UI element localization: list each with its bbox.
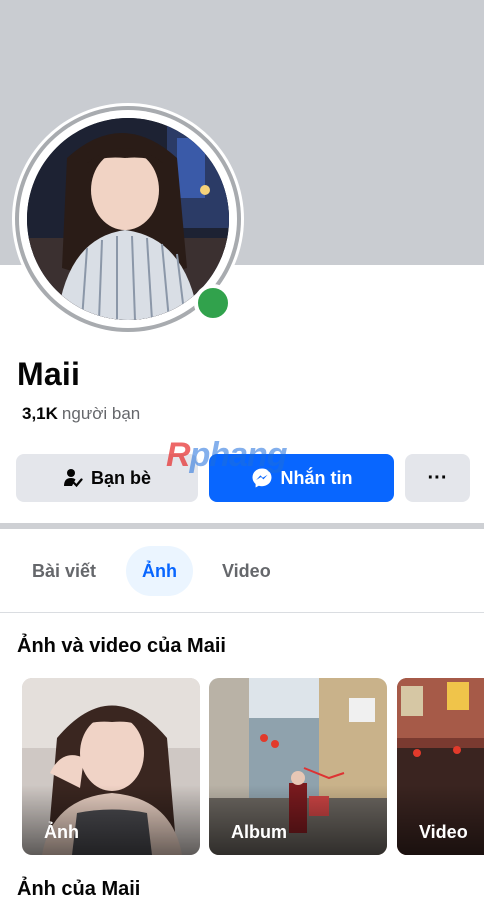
media-card-albums-label: Album	[231, 822, 287, 842]
tab-photos[interactable]: Ảnh	[126, 546, 193, 596]
photos-section-title: Ảnh của Maii	[17, 878, 141, 900]
media-card-photos-label: Ảnh	[44, 822, 79, 842]
friends-count-value: 3,1K	[22, 404, 58, 423]
media-card-videos-label: Video	[419, 822, 468, 842]
media-section-title: Ảnh và video của Maii	[17, 635, 226, 657]
tab-posts[interactable]: Bài viết	[18, 546, 110, 596]
section-divider	[0, 523, 484, 529]
online-status-indicator	[194, 284, 232, 322]
friends-count-label: người bạn	[61, 404, 141, 423]
tab-video[interactable]: Video	[208, 546, 285, 596]
friends-count[interactable]: 3,1K người bạn	[22, 404, 140, 424]
tabs-divider	[0, 612, 484, 613]
more-dots-icon: ···	[427, 466, 448, 489]
watermark: Rphang	[166, 436, 288, 475]
profile-name: Maii	[17, 356, 81, 392]
media-card-albums[interactable]: Album	[209, 678, 387, 855]
media-card-videos[interactable]: Video	[397, 678, 484, 855]
person-check-icon	[63, 468, 83, 488]
more-button[interactable]: ···	[405, 454, 470, 502]
watermark-prefix: R	[166, 436, 191, 474]
friends-button-label: Bạn bè	[90, 467, 151, 488]
watermark-rest: phang	[189, 436, 288, 474]
message-button-label: Nhắn tin	[280, 467, 353, 488]
media-card-photos[interactable]: Ảnh	[22, 678, 200, 855]
